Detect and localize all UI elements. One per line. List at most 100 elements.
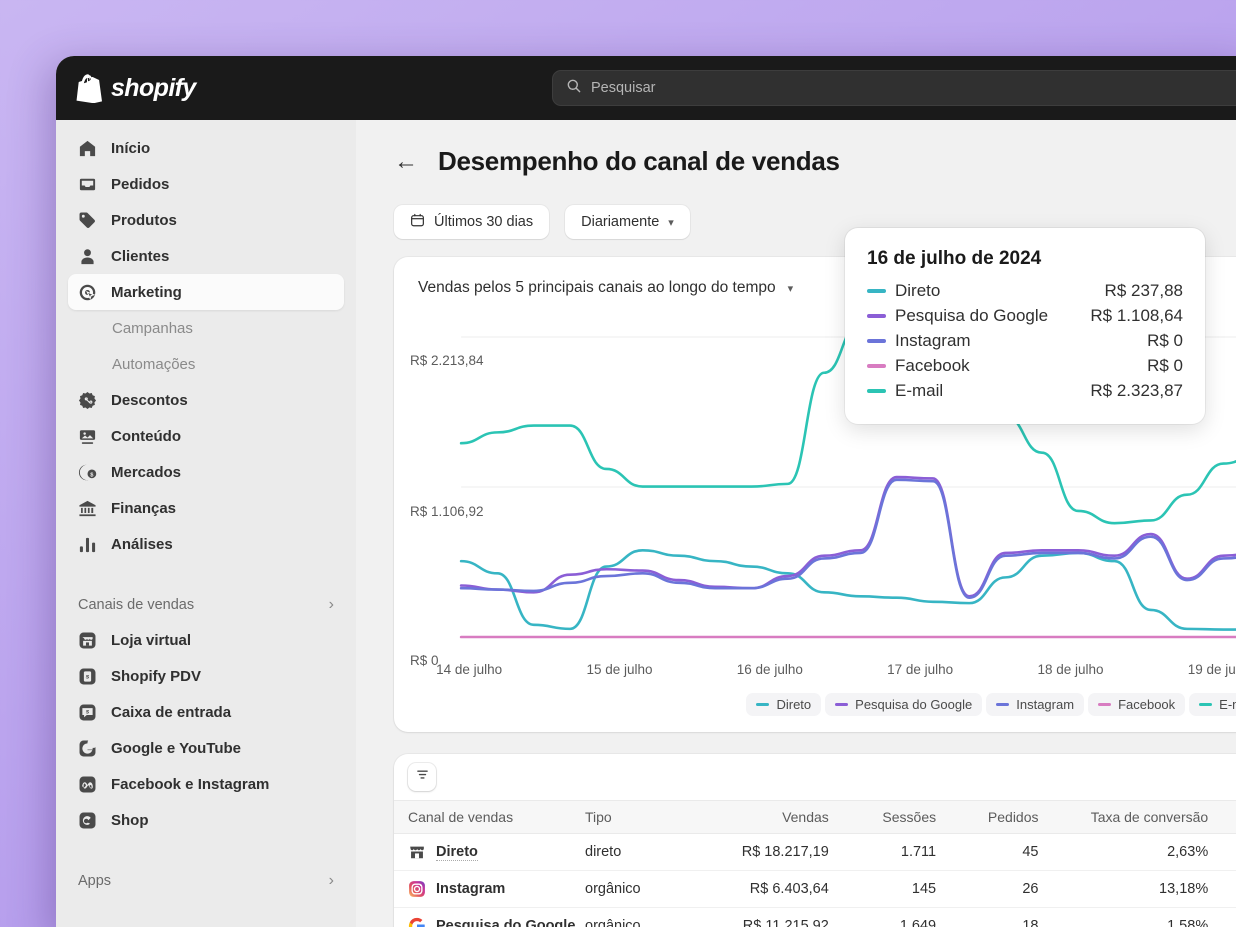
date-range-button[interactable]: Últimos 30 dias	[394, 205, 550, 239]
sidebar-subitem-campanhas[interactable]: Campanhas	[68, 310, 344, 346]
frequency-dropdown[interactable]: Diariamente ▾	[565, 205, 690, 239]
chart-tooltip: 16 de julho de 2024 Direto R$ 237,88 Pesqu…	[845, 228, 1205, 424]
page-header: ← Desempenho do canal de vendas	[394, 146, 1236, 177]
marketing-target-cursor-icon	[78, 283, 97, 302]
sidebar-item-financas[interactable]: Finanças	[68, 490, 344, 526]
tooltip-color-swatch	[867, 289, 886, 293]
table-row[interactable]: Instagram orgânicoR$ 6.403,641452613,18%—	[394, 870, 1236, 908]
instagram-icon	[408, 880, 426, 898]
sidebar-subitem-label: Campanhas	[112, 319, 193, 337]
sidebar-item-inicio[interactable]: Início	[68, 130, 344, 166]
tooltip-color-swatch	[867, 314, 886, 318]
sidebar-subitem-label: Automações	[112, 355, 196, 373]
search-placeholder: Pesquisar	[591, 80, 656, 96]
sidebar-item-label: Facebook e Instagram	[111, 775, 270, 793]
sidebar-item-analises[interactable]: Análises	[68, 526, 344, 562]
tooltip-row: Direto R$ 237,88	[867, 281, 1183, 301]
legend-label: Pesquisa do Google	[855, 697, 973, 712]
cell-channel[interactable]: Pesquisa do Google	[394, 907, 585, 927]
sidebar-item-marketing[interactable]: Marketing	[68, 274, 344, 310]
browser-window: shopify Pesquisar Início Pedidos Produto…	[56, 56, 1236, 927]
x-axis-tick-label: 15 de julho	[586, 662, 653, 677]
tooltip-rows: Direto R$ 237,88 Pesquisa do Google R$ 1.10…	[867, 281, 1183, 401]
content-image-icon	[78, 427, 97, 446]
sidebar-item-label: Finanças	[111, 499, 177, 517]
col-canal-de-vendas[interactable]: Canal de vendas	[394, 800, 585, 834]
sidebar-item-pedidos[interactable]: Pedidos	[68, 166, 344, 202]
calendar-icon	[410, 213, 425, 232]
table-row[interactable]: Pesquisa do Google orgânico R$ 11.215,92 1.…	[394, 907, 1236, 927]
cell-channel[interactable]: Instagram	[394, 870, 585, 908]
sidebar-item-clientes[interactable]: Clientes	[68, 238, 344, 274]
back-arrow-icon[interactable]: ←	[394, 149, 418, 174]
svg-text:s: s	[86, 673, 90, 680]
sidebar-item-descontos[interactable]: Descontos	[68, 382, 344, 418]
sidebar-item-loja-virtual[interactable]: Loja virtual	[68, 622, 344, 658]
sidebar-section-canais-de-vendas[interactable]: Canais de vendas ›	[68, 588, 344, 622]
col-sessoes[interactable]: Sessões	[828, 800, 937, 834]
chevron-down-icon: ▾	[668, 216, 674, 229]
col-taxa-de-conversao[interactable]: Taxa de conversão	[1038, 800, 1209, 834]
sidebar-item-label: Marketing	[111, 283, 182, 301]
tooltip-row: Instagram R$ 0	[867, 331, 1183, 351]
channels-table-card: Canal de vendas Tipo Vendas Sessões Pedi…	[394, 754, 1236, 927]
sidebar-item-caixa-de-entrada[interactable]: s Caixa de entrada	[68, 694, 344, 730]
x-axis-tick-label: 16 de julho	[736, 662, 803, 677]
cell-orders: 45	[936, 833, 1039, 871]
sidebar-item-mercados[interactable]: $ Mercados	[68, 454, 344, 490]
legend-label: Instagram	[1016, 697, 1075, 712]
chevron-down-icon[interactable]: ▾	[788, 282, 794, 295]
shopify-pos-icon: s	[78, 667, 97, 686]
sidebar-item-shopify-pdv[interactable]: s Shopify PDV	[68, 658, 344, 694]
chart-legend: Direto Pesquisa do Google Instagram Faceboo…	[746, 693, 1236, 716]
col-vendas[interactable]: Vendas	[701, 800, 829, 834]
cell-extra: —	[1208, 907, 1236, 927]
table-row[interactable]: Direto diretoR$ 18.217,191.711452,63%—	[394, 833, 1236, 871]
legend-item[interactable]: Facebook	[1088, 693, 1186, 716]
cell-channel[interactable]: Direto	[394, 833, 585, 871]
legend-color-swatch	[835, 703, 849, 706]
product-tag-icon	[78, 211, 97, 230]
sidebar-item-shop[interactable]: Shop	[68, 802, 344, 838]
x-axis-labels: 14 de julho 15 de julho 16 de julho 17 de j…	[394, 662, 1236, 677]
col-tipo[interactable]: Tipo	[585, 800, 702, 834]
sidebar-item-produtos[interactable]: Produtos	[68, 202, 344, 238]
search-input[interactable]: Pesquisar	[552, 70, 1236, 106]
sidebar-item-conteudo[interactable]: Conteúdo	[68, 418, 344, 454]
filter-sort-button[interactable]	[408, 763, 436, 791]
google-icon	[408, 917, 426, 927]
legend-item[interactable]: Direto	[746, 693, 822, 716]
online-store-icon	[78, 631, 97, 650]
cell-type: direto	[585, 833, 702, 871]
sidebar-item-label: Shopify PDV	[111, 667, 202, 685]
sidebar-item-label: Pedidos	[111, 175, 170, 193]
col-pedidos[interactable]: Pedidos	[936, 800, 1039, 834]
sidebar-item-facebook-e-instagram[interactable]: Facebook e Instagram	[68, 766, 344, 802]
x-axis-tick-label: 14 de julho	[436, 662, 503, 677]
cell-conversion: 2,63%	[1038, 833, 1209, 871]
table-header-row: Canal de vendas Tipo Vendas Sessões Pedi…	[394, 800, 1236, 834]
chevron-right-icon[interactable]: ›	[329, 872, 334, 890]
sidebar-item-label: Início	[111, 139, 151, 157]
search-icon	[566, 78, 582, 99]
sidebar-section-apps[interactable]: Apps ›	[68, 864, 344, 898]
customer-person-icon	[78, 247, 97, 266]
sidebar-item-google-e-youtube[interactable]: Google e YouTube	[68, 730, 344, 766]
sidebar-item-label: Produtos	[111, 211, 177, 229]
cell-type: orgânico	[585, 907, 702, 927]
channel-name: Direto	[436, 843, 478, 861]
legend-item[interactable]: Instagram	[986, 693, 1085, 716]
orders-inbox-icon	[78, 175, 97, 194]
legend-item[interactable]: Pesquisa do Google	[825, 693, 983, 716]
sidebar-item-label: Clientes	[111, 247, 170, 265]
chevron-right-icon[interactable]: ›	[329, 596, 334, 614]
tooltip-series-name: E-mail	[895, 381, 944, 400]
legend-item[interactable]: E-mail	[1189, 693, 1236, 716]
shopify-logo[interactable]: shopify	[56, 74, 356, 103]
cell-orders: 18	[936, 907, 1039, 927]
channels-table: Canal de vendas Tipo Vendas Sessões Pedi…	[394, 800, 1236, 927]
shop-icon	[78, 811, 97, 830]
sidebar-subitem-automacoes[interactable]: Automações	[68, 346, 344, 382]
legend-label: Direto	[776, 697, 812, 712]
